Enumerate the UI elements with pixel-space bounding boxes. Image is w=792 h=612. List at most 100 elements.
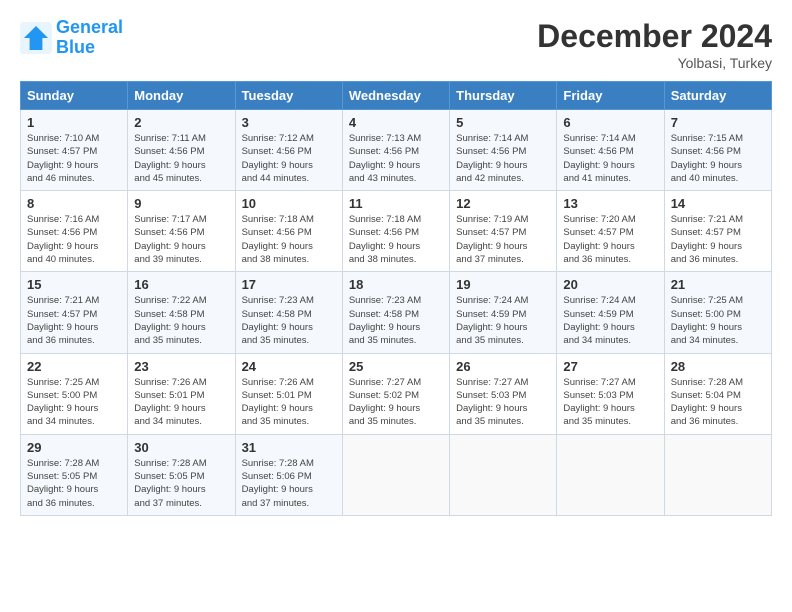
calendar-cell: 18Sunrise: 7:23 AM Sunset: 4:58 PM Dayli… [342, 272, 449, 353]
weekday-header: Tuesday [235, 82, 342, 110]
calendar-cell: 17 Sunrise: 7:23 AM Sunset: 4:58 PM Dayli… [235, 272, 342, 353]
day-number: 5 [456, 115, 550, 130]
calendar-cell: 9 Sunrise: 7:17 AM Sunset: 4:56 PM Daylig… [128, 191, 235, 272]
day-info: Sunrise: 7:16 AM Sunset: 4:56 PM Dayligh… [27, 213, 121, 266]
day-number: 6 [563, 115, 657, 130]
day-info: Sunrise: 7:20 AM Sunset: 4:57 PM Dayligh… [563, 213, 657, 266]
calendar-cell [450, 434, 557, 515]
calendar-cell: 6 Sunrise: 7:14 AM Sunset: 4:56 PM Daylig… [557, 110, 664, 191]
weekday-header: Wednesday [342, 82, 449, 110]
day-info: Sunrise: 7:28 AM Sunset: 5:05 PM Dayligh… [134, 457, 228, 510]
day-number: 9 [134, 196, 228, 211]
day-info: Sunrise: 7:15 AM Sunset: 4:56 PM Dayligh… [671, 132, 765, 185]
calendar-cell: 5Sunrise: 7:14 AM Sunset: 4:56 PM Daylig… [450, 110, 557, 191]
calendar-cell: 23Sunrise: 7:26 AM Sunset: 5:01 PM Dayli… [128, 353, 235, 434]
calendar-cell: 16 Sunrise: 7:22 AM Sunset: 4:58 PM Dayli… [128, 272, 235, 353]
day-number: 2 [134, 115, 228, 130]
day-info: Sunrise: 7:28 AM Sunset: 5:04 PM Dayligh… [671, 376, 765, 429]
weekday-header: Sunday [21, 82, 128, 110]
day-info: Sunrise: 7:23 AM Sunset: 4:58 PM Dayligh… [242, 294, 336, 347]
calendar-cell: 8 Sunrise: 7:16 AM Sunset: 4:56 PM Daylig… [21, 191, 128, 272]
day-info: Sunrise: 7:25 AM Sunset: 5:00 PM Dayligh… [27, 376, 121, 429]
calendar-cell: 13 Sunrise: 7:20 AM Sunset: 4:57 PM Dayli… [557, 191, 664, 272]
day-number: 21 [671, 277, 765, 292]
day-info: Sunrise: 7:17 AM Sunset: 4:56 PM Dayligh… [134, 213, 228, 266]
logo: General Blue [20, 18, 123, 58]
location: Yolbasi, Turkey [537, 55, 772, 71]
logo-icon [20, 22, 52, 54]
day-number: 1 [27, 115, 121, 130]
day-info: Sunrise: 7:26 AM Sunset: 5:01 PM Dayligh… [242, 376, 336, 429]
day-number: 20 [563, 277, 657, 292]
weekday-header: Thursday [450, 82, 557, 110]
day-info: Sunrise: 7:13 AM Sunset: 4:56 PM Dayligh… [349, 132, 443, 185]
day-number: 28 [671, 359, 765, 374]
day-number: 30 [134, 440, 228, 455]
day-number: 15 [27, 277, 121, 292]
day-info: Sunrise: 7:24 AM Sunset: 4:59 PM Dayligh… [456, 294, 550, 347]
calendar-cell: 21 Sunrise: 7:25 AM Sunset: 5:00 PM Dayli… [664, 272, 771, 353]
calendar-cell: 19 Sunrise: 7:24 AM Sunset: 4:59 PM Dayli… [450, 272, 557, 353]
day-info: Sunrise: 7:14 AM Sunset: 4:56 PM Dayligh… [563, 132, 657, 185]
day-info: Sunrise: 7:18 AM Sunset: 4:56 PM Dayligh… [242, 213, 336, 266]
calendar-cell: 27Sunrise: 7:27 AM Sunset: 5:03 PM Dayli… [557, 353, 664, 434]
calendar-cell: 26Sunrise: 7:27 AM Sunset: 5:03 PM Dayli… [450, 353, 557, 434]
calendar-cell [342, 434, 449, 515]
day-info: Sunrise: 7:27 AM Sunset: 5:02 PM Dayligh… [349, 376, 443, 429]
day-number: 3 [242, 115, 336, 130]
day-number: 19 [456, 277, 550, 292]
calendar-cell: 1 Sunrise: 7:10 AM Sunset: 4:57 PM Daylig… [21, 110, 128, 191]
header-row: SundayMondayTuesdayWednesdayThursdayFrid… [21, 82, 772, 110]
calendar-week-row: 22 Sunrise: 7:25 AM Sunset: 5:00 PM Dayli… [21, 353, 772, 434]
calendar-cell: 15 Sunrise: 7:21 AM Sunset: 4:57 PM Dayli… [21, 272, 128, 353]
day-number: 14 [671, 196, 765, 211]
day-info: Sunrise: 7:21 AM Sunset: 4:57 PM Dayligh… [27, 294, 121, 347]
day-info: Sunrise: 7:11 AM Sunset: 4:56 PM Dayligh… [134, 132, 228, 185]
day-info: Sunrise: 7:22 AM Sunset: 4:58 PM Dayligh… [134, 294, 228, 347]
day-info: Sunrise: 7:27 AM Sunset: 5:03 PM Dayligh… [456, 376, 550, 429]
calendar-week-row: 1 Sunrise: 7:10 AM Sunset: 4:57 PM Daylig… [21, 110, 772, 191]
calendar-cell [557, 434, 664, 515]
title-area: December 2024 Yolbasi, Turkey [537, 18, 772, 71]
calendar-cell: 28 Sunrise: 7:28 AM Sunset: 5:04 PM Dayli… [664, 353, 771, 434]
weekday-header: Friday [557, 82, 664, 110]
day-number: 23 [134, 359, 228, 374]
day-number: 25 [349, 359, 443, 374]
weekday-header: Saturday [664, 82, 771, 110]
calendar-cell: 30 Sunrise: 7:28 AM Sunset: 5:05 PM Dayli… [128, 434, 235, 515]
calendar-cell: 7 Sunrise: 7:15 AM Sunset: 4:56 PM Daylig… [664, 110, 771, 191]
calendar-cell: 22 Sunrise: 7:25 AM Sunset: 5:00 PM Dayli… [21, 353, 128, 434]
day-info: Sunrise: 7:18 AM Sunset: 4:56 PM Dayligh… [349, 213, 443, 266]
day-number: 22 [27, 359, 121, 374]
day-number: 17 [242, 277, 336, 292]
day-info: Sunrise: 7:12 AM Sunset: 4:56 PM Dayligh… [242, 132, 336, 185]
calendar-table: SundayMondayTuesdayWednesdayThursdayFrid… [20, 81, 772, 516]
day-info: Sunrise: 7:19 AM Sunset: 4:57 PM Dayligh… [456, 213, 550, 266]
calendar-week-row: 8 Sunrise: 7:16 AM Sunset: 4:56 PM Daylig… [21, 191, 772, 272]
calendar-cell: 3 Sunrise: 7:12 AM Sunset: 4:56 PM Daylig… [235, 110, 342, 191]
logo-blue: Blue [56, 37, 95, 57]
day-info: Sunrise: 7:28 AM Sunset: 5:06 PM Dayligh… [242, 457, 336, 510]
logo-general: General [56, 17, 123, 37]
calendar-cell: 25 Sunrise: 7:27 AM Sunset: 5:02 PM Dayli… [342, 353, 449, 434]
day-number: 24 [242, 359, 336, 374]
day-number: 4 [349, 115, 443, 130]
day-info: Sunrise: 7:23 AM Sunset: 4:58 PM Dayligh… [349, 294, 443, 347]
calendar-cell: 4 Sunrise: 7:13 AM Sunset: 4:56 PM Daylig… [342, 110, 449, 191]
calendar-cell: 2 Sunrise: 7:11 AM Sunset: 4:56 PM Daylig… [128, 110, 235, 191]
day-number: 7 [671, 115, 765, 130]
day-info: Sunrise: 7:10 AM Sunset: 4:57 PM Dayligh… [27, 132, 121, 185]
day-number: 11 [349, 196, 443, 211]
day-number: 8 [27, 196, 121, 211]
day-number: 13 [563, 196, 657, 211]
day-number: 31 [242, 440, 336, 455]
day-number: 10 [242, 196, 336, 211]
calendar-cell: 10 Sunrise: 7:18 AM Sunset: 4:56 PM Dayli… [235, 191, 342, 272]
day-info: Sunrise: 7:28 AM Sunset: 5:05 PM Dayligh… [27, 457, 121, 510]
calendar-cell: 20Sunrise: 7:24 AM Sunset: 4:59 PM Dayli… [557, 272, 664, 353]
page: General Blue December 2024 Yolbasi, Turk… [0, 0, 792, 612]
day-number: 16 [134, 277, 228, 292]
weekday-header: Monday [128, 82, 235, 110]
day-info: Sunrise: 7:27 AM Sunset: 5:03 PM Dayligh… [563, 376, 657, 429]
day-info: Sunrise: 7:25 AM Sunset: 5:00 PM Dayligh… [671, 294, 765, 347]
